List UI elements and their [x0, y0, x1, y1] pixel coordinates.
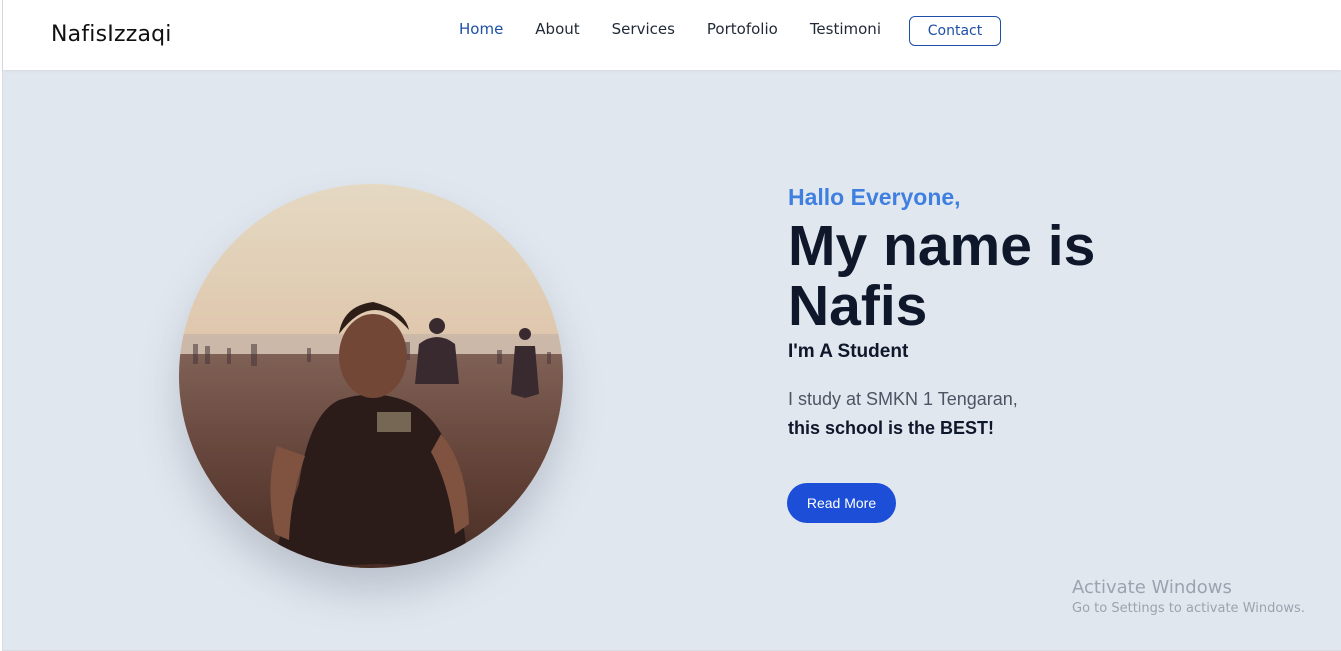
nav-link-portofolio[interactable]: Portofolio — [707, 19, 778, 39]
profile-photo — [179, 184, 563, 568]
nav-link-testimoni[interactable]: Testimoni — [810, 19, 881, 39]
nav-link-home[interactable]: Home — [459, 19, 503, 39]
hero-headline: My name is Nafis — [788, 214, 1096, 338]
hero-role: I'm A Student — [788, 341, 909, 362]
watermark-subtitle: Go to Settings to activate Windows. — [1072, 601, 1305, 616]
hero-greeting: Hallo Everyone, — [788, 184, 961, 210]
windows-activation-watermark: Activate Windows Go to Settings to activ… — [1072, 577, 1305, 616]
nav-link-about[interactable]: About — [535, 19, 579, 39]
hero-section: Hallo Everyone, My name is Nafis I'm A S… — [3, 70, 1341, 650]
main-nav: Home About Services Portofolio Testimoni — [459, 19, 913, 39]
beach-portrait-image — [179, 184, 563, 568]
read-more-button[interactable]: Read More — [787, 483, 896, 523]
brand-logo[interactable]: NafisIzzaqi — [51, 22, 172, 47]
contact-button[interactable]: Contact — [909, 16, 1001, 46]
hero-best-text: this school is the BEST! — [788, 418, 995, 438]
hero-study-text: I study at SMKN 1 Tengaran, — [788, 389, 1018, 409]
watermark-title: Activate Windows — [1072, 577, 1232, 598]
nav-link-services[interactable]: Services — [612, 19, 675, 39]
navbar: NafisIzzaqi Home About Services Portofol… — [3, 0, 1341, 70]
